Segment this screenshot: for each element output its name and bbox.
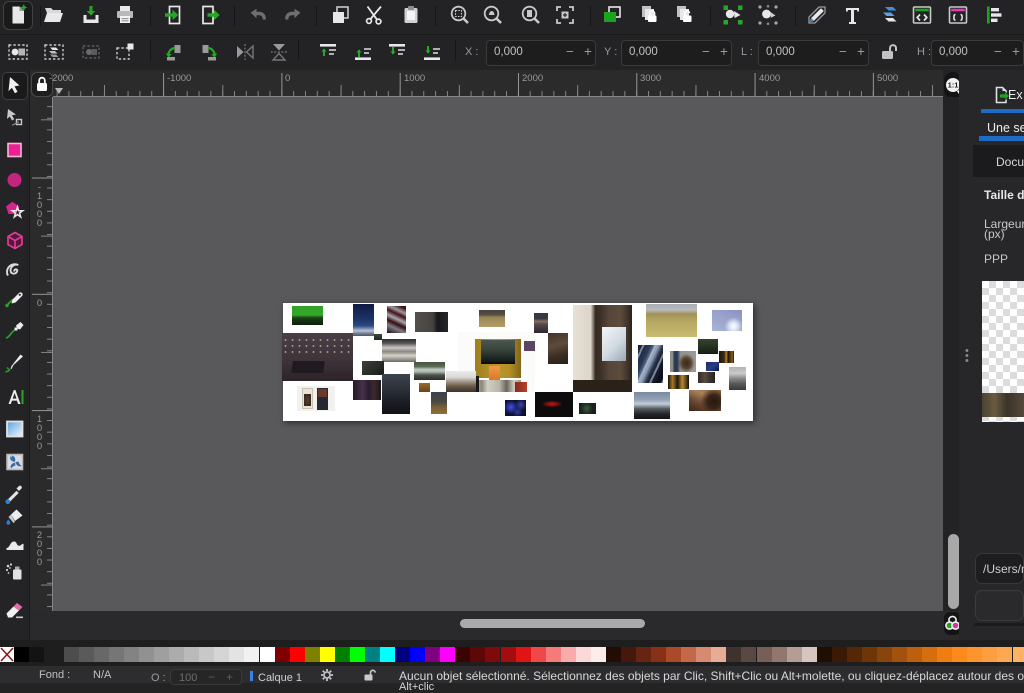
svg-text:1:1: 1:1 [948, 81, 959, 90]
